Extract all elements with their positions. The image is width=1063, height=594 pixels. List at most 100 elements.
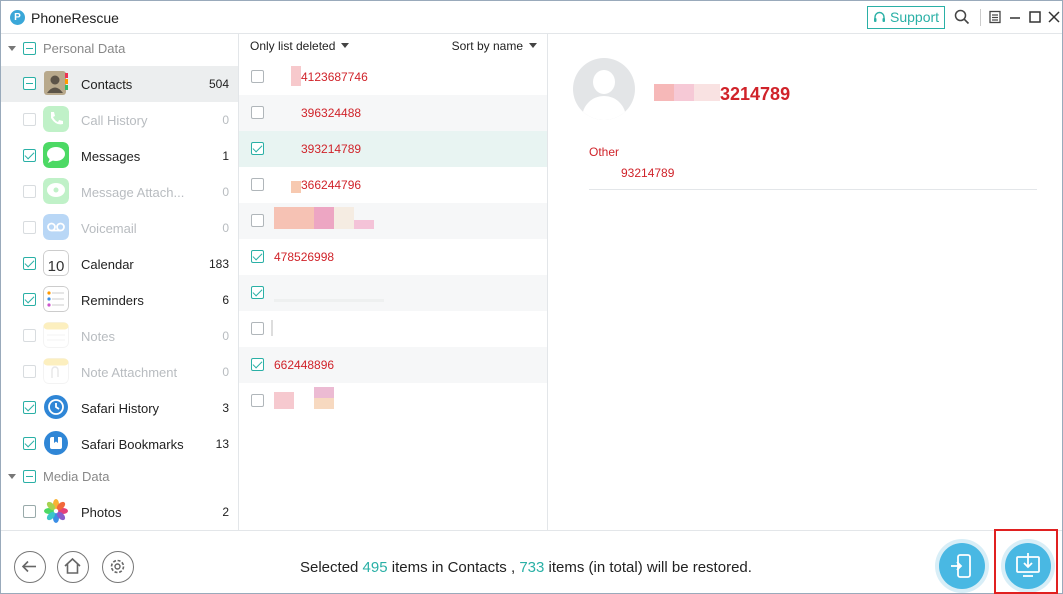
sidebar-item-call-history[interactable]: Call History 0 [1, 102, 238, 138]
row-checkbox[interactable] [251, 178, 264, 191]
row-checkbox[interactable] [251, 322, 264, 335]
category-count: 1 [222, 149, 229, 163]
close-icon[interactable] [1046, 9, 1062, 25]
sidebar-item-calendar[interactable]: 10 Calendar 183 [1, 246, 238, 282]
sidebar-item-notes[interactable]: Notes 0 [1, 318, 238, 354]
avatar-body [582, 96, 626, 120]
minimize-icon[interactable] [1007, 9, 1023, 25]
category-label: Message Attach... [81, 185, 185, 200]
row-checkbox[interactable] [251, 70, 264, 83]
category-sidebar: Personal Data Contacts 504 Call History … [1, 34, 239, 530]
row-checkbox[interactable] [251, 106, 264, 119]
blurred-name [674, 84, 694, 101]
note-attachment-icon [43, 358, 69, 384]
back-button[interactable] [14, 551, 46, 583]
voicemail-icon [43, 214, 69, 240]
blurred-name [354, 220, 374, 229]
reminders-icon [43, 286, 69, 312]
restore-status-text: Selected 495 items in Contacts , 733 ite… [300, 559, 752, 576]
collapse-triangle-icon[interactable] [8, 474, 16, 479]
category-count: 13 [215, 437, 229, 451]
list-item[interactable]: 366244796 [239, 167, 547, 203]
selected-count: 495 [362, 559, 388, 576]
list-item[interactable]: 478526998 [239, 239, 547, 275]
sidebar-item-contacts[interactable]: Contacts 504 [1, 66, 238, 102]
list-item[interactable] [239, 275, 547, 311]
divider [980, 9, 981, 26]
list-item[interactable] [239, 203, 547, 239]
blurred-name [314, 207, 334, 229]
category-count: 183 [208, 257, 229, 271]
row-checkbox[interactable] [251, 358, 264, 371]
calendar-icon: 10 [43, 250, 69, 276]
chevron-down-icon [341, 43, 350, 48]
group-checkbox[interactable] [23, 42, 36, 55]
category-checkbox[interactable] [23, 149, 36, 162]
list-item[interactable]: 662448896 [239, 347, 547, 383]
search-icon[interactable] [954, 9, 970, 25]
group-checkbox[interactable] [23, 470, 36, 483]
row-checkbox[interactable] [251, 250, 264, 263]
phone-export-icon [951, 554, 971, 578]
category-checkbox[interactable] [23, 401, 36, 414]
sidebar-item-safari-history[interactable]: Safari History 3 [1, 390, 238, 426]
list-item[interactable]: 396324488 [239, 95, 547, 131]
maximize-icon[interactable] [1027, 9, 1043, 25]
group-personal-data[interactable]: Personal Data [1, 34, 238, 64]
category-checkbox[interactable] [23, 505, 36, 518]
only-list-deleted-dropdown[interactable]: Only list deleted [250, 39, 350, 53]
list-item[interactable]: 4123687746 [239, 59, 547, 95]
row-checkbox[interactable] [251, 286, 264, 299]
bottom-bar: Selected 495 items in Contacts , 733 ite… [1, 529, 1062, 594]
sidebar-item-photos[interactable]: Photos 2 [1, 494, 238, 530]
list-item[interactable] [239, 383, 547, 419]
divider [589, 189, 1037, 190]
message-attachment-icon [43, 178, 69, 204]
group-media-data[interactable]: Media Data [1, 462, 238, 492]
category-checkbox[interactable] [23, 77, 36, 90]
contact-list-pane: Only list deleted Sort by name 412368774… [239, 34, 548, 530]
sidebar-item-safari-bookmarks[interactable]: Safari Bookmarks 13 [1, 426, 238, 462]
notes-icon [43, 322, 69, 348]
category-checkbox[interactable] [23, 113, 36, 126]
support-button[interactable]: Support [867, 6, 945, 29]
list-item-selected[interactable]: 393214789 [239, 131, 547, 167]
app-logo-icon: P [10, 10, 25, 25]
category-checkbox[interactable] [23, 293, 36, 306]
sidebar-item-voicemail[interactable]: Voicemail 0 [1, 210, 238, 246]
contact-detail-pane: 3214789 Other 93214789 [549, 34, 1062, 530]
group-label: Personal Data [43, 41, 126, 56]
menu-icon[interactable] [987, 9, 1003, 25]
list-item[interactable] [239, 311, 547, 347]
blurred-name [291, 66, 301, 86]
sidebar-item-reminders[interactable]: Reminders 6 [1, 282, 238, 318]
collapse-triangle-icon[interactable] [8, 46, 16, 51]
app-window: P PhoneRescue Support Personal Data Cont… [0, 0, 1063, 594]
arrow-left-icon [21, 560, 36, 573]
blurred-name [694, 84, 720, 101]
row-checkbox[interactable] [251, 394, 264, 407]
category-checkbox[interactable] [23, 185, 36, 198]
home-button[interactable] [57, 551, 89, 583]
sidebar-item-messages[interactable]: Messages 1 [1, 138, 238, 174]
status-suffix: items (in total) will be restored. [548, 559, 752, 576]
sidebar-item-note-attachment[interactable]: Note Attachment 0 [1, 354, 238, 390]
row-checkbox[interactable] [251, 142, 264, 155]
row-checkbox[interactable] [251, 214, 264, 227]
sidebar-item-message-attachments[interactable]: Message Attach... 0 [1, 174, 238, 210]
contact-number: 662448896 [274, 358, 335, 372]
category-checkbox[interactable] [23, 365, 36, 378]
blurred-name [271, 320, 273, 336]
status-middle: items in Contacts , [391, 559, 516, 576]
settings-button[interactable] [102, 551, 134, 583]
filter-label: Only list deleted [250, 39, 336, 53]
category-checkbox[interactable] [23, 257, 36, 270]
category-checkbox[interactable] [23, 329, 36, 342]
blurred-name [274, 299, 384, 302]
blurred-name [314, 398, 334, 409]
category-checkbox[interactable] [23, 221, 36, 234]
blurred-name [314, 387, 334, 398]
recover-to-device-button[interactable] [939, 543, 985, 589]
sort-by-name-dropdown[interactable]: Sort by name [452, 39, 537, 53]
category-checkbox[interactable] [23, 437, 36, 450]
